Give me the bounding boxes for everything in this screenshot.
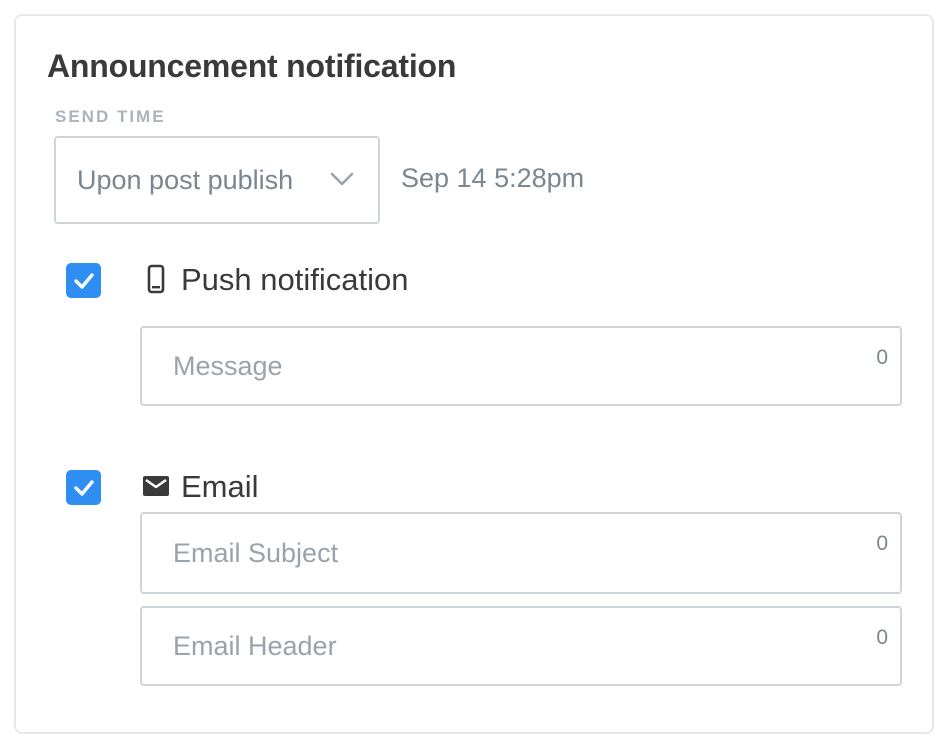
chevron-down-icon <box>330 172 354 186</box>
email-header-char-count: 0 <box>876 626 888 649</box>
send-time-select[interactable]: Upon post publish <box>54 136 380 224</box>
push-notification-checkbox[interactable] <box>66 263 101 298</box>
email-label: Email <box>181 469 259 504</box>
send-time-selected-value: Upon post publish <box>77 164 294 195</box>
mail-icon <box>143 476 169 496</box>
email-header-input[interactable] <box>142 608 900 684</box>
email-subject-field[interactable]: 0 <box>140 512 902 594</box>
message-char-count: 0 <box>876 346 888 369</box>
send-time-date: Sep 14 5:28pm <box>401 163 585 193</box>
email-subject-input[interactable] <box>142 514 900 592</box>
push-notification-label: Push notification <box>181 262 409 297</box>
email-checkbox[interactable] <box>66 470 101 505</box>
message-field[interactable]: 0 <box>140 326 902 406</box>
email-subject-char-count: 0 <box>876 532 888 555</box>
message-input[interactable] <box>142 328 900 404</box>
send-time-label: SEND TIME <box>55 107 166 126</box>
section-title: Announcement notification <box>47 48 457 84</box>
checkmark-icon <box>73 272 94 289</box>
phone-icon <box>147 264 165 294</box>
email-header-field[interactable]: 0 <box>140 606 902 686</box>
checkmark-icon <box>73 479 94 496</box>
